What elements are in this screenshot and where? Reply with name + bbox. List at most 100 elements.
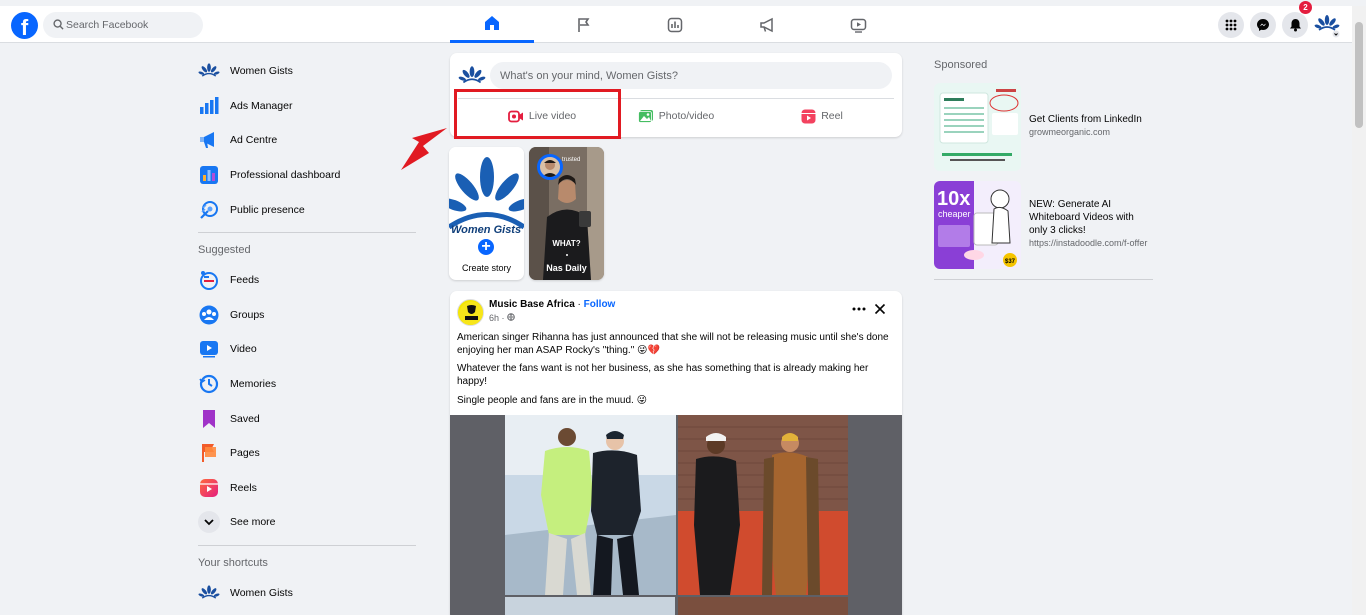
ad-title: Get Clients from LinkedIn [1029,114,1142,125]
story-overlay-text: WHAT? [552,239,581,248]
globe-icon [507,313,515,321]
create-story-image: Women Gists [449,147,524,247]
public-presence-icon [198,199,220,221]
grid-menu-icon [1225,19,1237,31]
sidebar-item-saved[interactable]: Saved [198,404,418,434]
sidebar-item-label: Professional dashboard [230,169,341,181]
women-gists-logo-icon [1314,15,1340,38]
memories-icon [198,373,220,395]
post-time-text: 6h · [489,313,508,323]
sidebar-item-pages[interactable]: Pages [198,438,418,468]
more-options-icon [852,307,866,311]
video-icon [198,338,220,360]
sidebar-item-reels[interactable]: Reels [198,473,418,503]
post-text-line: American singer Rihanna has just announc… [457,332,889,356]
follow-button[interactable]: Follow [584,299,616,310]
post-author-name[interactable]: Music Base Africa [489,299,575,310]
sidebar-item-label: Public presence [230,204,305,216]
tab-pages[interactable] [542,6,626,43]
photo-video-label: Photo/video [658,110,715,122]
chevron-down-icon [198,511,220,533]
close-icon [874,303,886,315]
post-author-avatar[interactable] [457,299,484,326]
facebook-logo[interactable]: f [11,12,38,39]
page-scrollbar[interactable] [1352,6,1366,615]
ad-instadoodle[interactable]: 10x cheaper $37 NEW: Generate AI Whitebo… [934,181,1154,269]
photo-video-button[interactable]: Photo/video [604,102,748,130]
women-gists-logo-icon [458,66,486,84]
sidebar-item-label: Ad Centre [230,134,278,146]
home-icon [485,16,499,30]
tab-watch[interactable] [816,6,900,43]
sidebar-divider [198,545,416,546]
post-photo-collage[interactable] [450,415,902,615]
create-story-card[interactable]: Women Gists + Create story [449,147,524,280]
megaphone-icon [198,129,220,151]
ads-manager-icon [198,95,220,117]
post-photo-left [505,415,676,595]
ad-badge-big: 10x [937,188,970,210]
reel-button[interactable]: Reel [750,102,894,130]
bell-icon [1289,19,1301,32]
hide-post-button[interactable] [874,303,888,317]
sidebar-item-feeds[interactable]: Feeds [198,265,418,295]
reel-label: Reel [821,110,843,122]
dashboard-icon [198,164,220,186]
whats-on-your-mind-input[interactable] [490,62,892,89]
search-icon [53,19,64,30]
sidebar-item-memories[interactable]: Memories [198,369,418,399]
suggested-heading: Suggested [198,244,251,256]
tab-dashboard[interactable] [633,6,717,43]
account-avatar[interactable] [1314,12,1340,38]
sidebar-item-label: Pages [230,447,260,459]
post-photo-right [678,415,848,595]
post-options-button[interactable] [849,302,869,318]
sidebar-item-label: Reels [230,482,257,494]
sponsored-heading: Sponsored [934,59,988,71]
reel-icon [801,109,816,123]
post-dot-separator: · [574,299,584,310]
right-column-divider [934,279,1153,280]
sidebar-item-label: See more [230,516,276,528]
sidebar-item-label: Feeds [230,274,260,286]
tab-home[interactable] [450,6,534,43]
live-video-highlight-box [454,89,621,139]
sidebar-item-video[interactable]: Video [198,334,418,364]
sidebar-item-profile[interactable]: Women Gists [198,56,418,86]
ad-badge-small: cheaper [938,209,971,219]
notifications-button[interactable] [1282,12,1308,38]
shortcut-item-women-gists[interactable]: Women Gists [198,578,418,608]
menu-button[interactable] [1218,12,1244,38]
story-badge: trusted [562,157,581,163]
ad-price: $37 [1005,259,1016,265]
sidebar-item-label: Women Gists [230,587,293,599]
search-box[interactable] [43,12,203,38]
megaphone-icon [759,17,773,32]
sidebar-item-professional-dashboard[interactable]: Professional dashboard [198,160,418,190]
sidebar-item-label: Memories [230,378,277,390]
post-text-line: Single people and fans are in the muud. … [457,395,647,406]
sidebar-item-ads-manager[interactable]: Ads Manager [198,91,418,121]
groups-icon [198,304,220,326]
ad-linkedin[interactable]: Get Clients from LinkedIn growmeorganic.… [934,83,1154,171]
sidebar-divider [198,232,416,233]
story-nas-daily[interactable]: trusted WHAT? Nas Daily [529,147,604,280]
sidebar-item-public-presence[interactable]: Public presence [198,195,418,225]
sidebar-item-groups[interactable]: Groups [198,300,418,330]
ad-image [934,83,1021,171]
search-input[interactable] [66,12,198,38]
profile-avatar-icon [198,60,220,82]
post-photo-bottom [505,597,675,615]
see-more-button[interactable]: See more [198,507,418,537]
sidebar-item-ad-centre[interactable]: Ad Centre [198,125,418,155]
scroll-thumb[interactable] [1355,22,1363,128]
composer-avatar[interactable] [458,63,486,92]
create-story-plus-icon[interactable]: + [475,236,497,258]
ad-url: growmeorganic.com [1029,127,1111,137]
story-owner-avatar [537,154,563,180]
post-timestamp[interactable]: 6h · [489,313,515,323]
messenger-icon [1257,19,1269,31]
notification-badge: 2 [1299,1,1312,14]
tab-ads[interactable] [725,6,809,43]
messenger-button[interactable] [1250,12,1276,38]
